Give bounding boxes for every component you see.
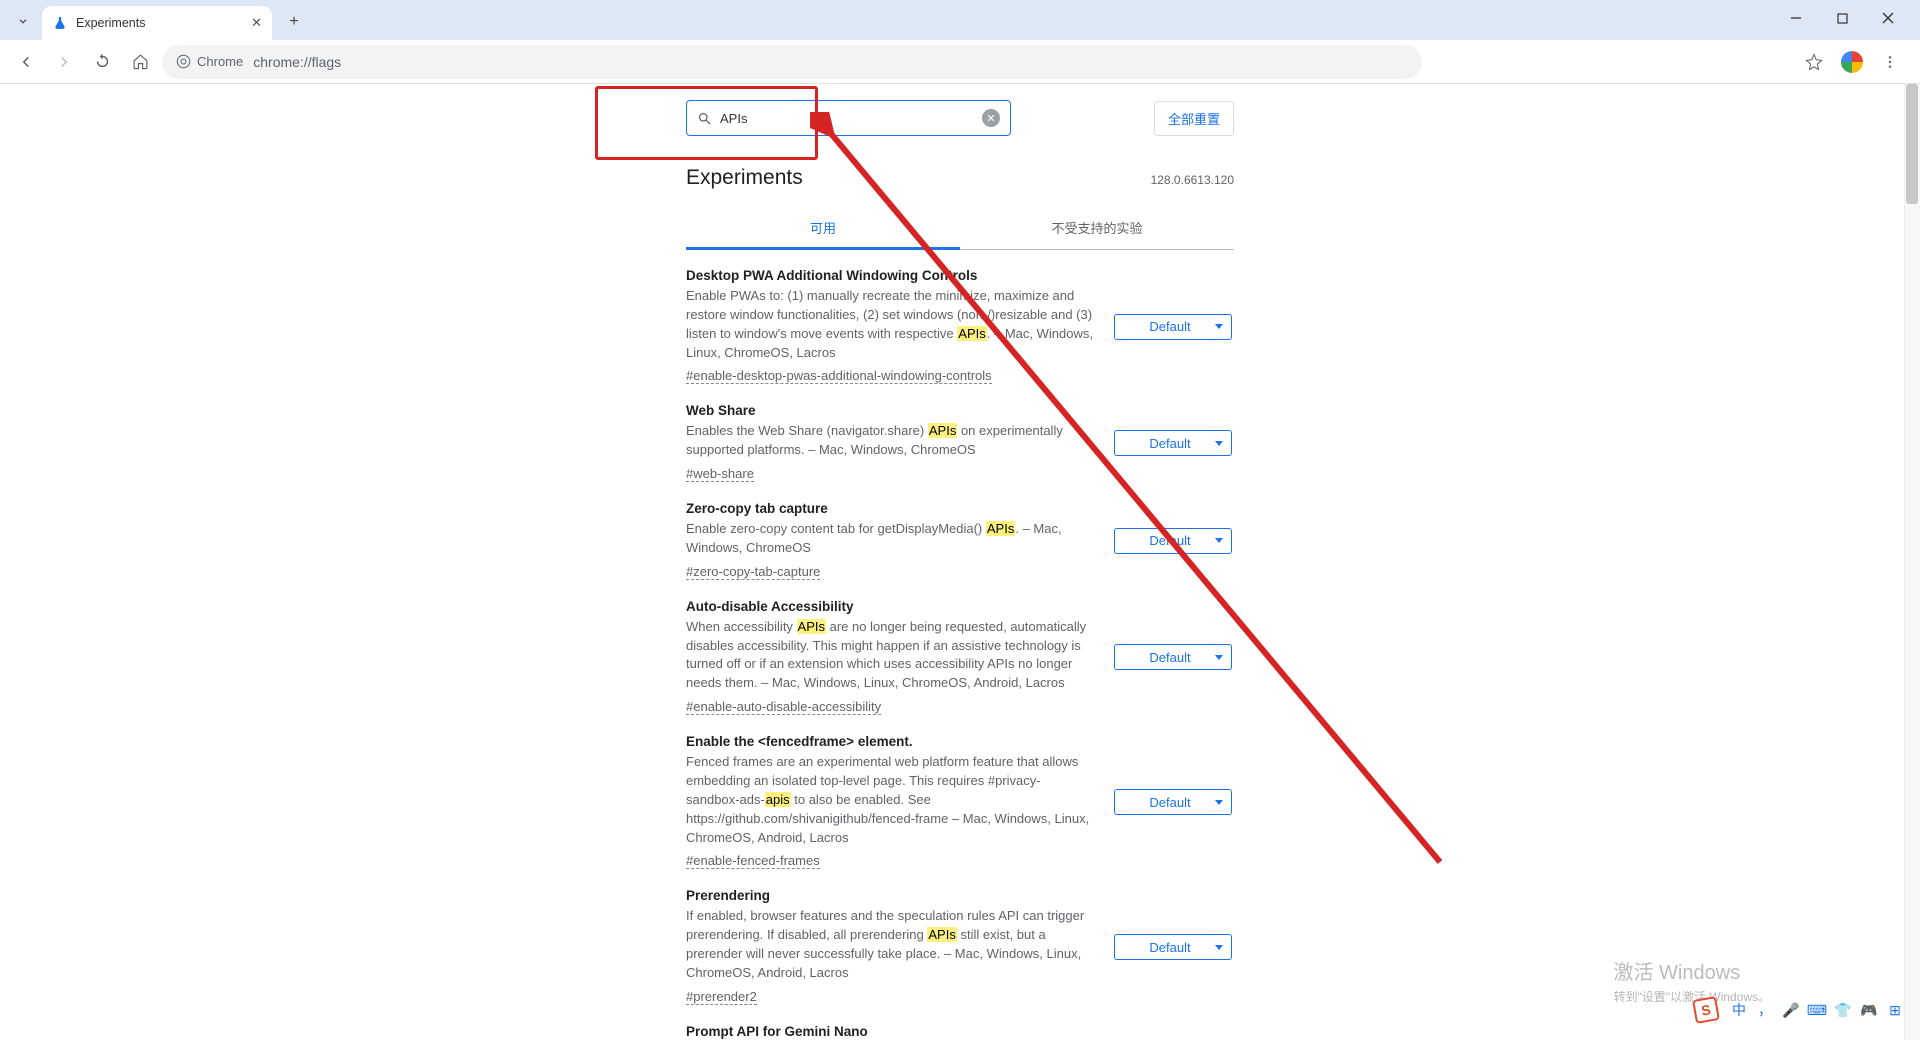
tab-available[interactable]: 可用 [686,208,960,250]
ime-punct-icon[interactable]: ， [1756,1001,1774,1019]
flag-title: Auto-disable Accessibility [686,599,1094,614]
site-chip: Chrome [176,54,243,69]
flag-title: Desktop PWA Additional Windowing Control… [686,268,1094,283]
flask-icon [52,15,68,31]
tab-unavailable[interactable]: 不受支持的实验 [960,208,1234,249]
search-highlight: APIs [957,326,986,341]
flag-row: Enable the <fencedframe> element. Fenced … [686,734,1234,870]
tabs-dropdown-icon[interactable] [10,8,36,34]
reload-icon[interactable] [86,46,118,78]
flag-permalink[interactable]: #enable-desktop-pwas-additional-windowin… [686,368,992,384]
scrollbar-thumb[interactable] [1906,84,1918,204]
search-highlight: APIs [986,521,1015,536]
flag-description: When accessibility APIs are no longer be… [686,618,1094,693]
version-text: 128.0.6613.120 [1151,173,1234,187]
flag-state-dropdown[interactable]: Default [1114,644,1232,670]
search-icon [697,111,712,126]
ime-lang-icon[interactable]: 中 [1730,1001,1748,1019]
flag-description: Enables the Web Share (navigator.share) … [686,422,1094,460]
flag-title: Prerendering [686,888,1094,903]
flag-row: Zero-copy tab capture Enable zero-copy co… [686,501,1234,581]
flag-permalink[interactable]: #web-share [686,466,754,482]
flag-state-dropdown[interactable]: Default [1114,528,1232,554]
scrollbar-track[interactable] [1904,84,1920,1040]
flag-description: Fenced frames are an experimental web pl… [686,753,1094,847]
profile-avatar[interactable] [1838,48,1866,76]
browser-tab-strip: Experiments ✕ + [0,0,1920,40]
flag-title: Zero-copy tab capture [686,501,1094,516]
flag-permalink[interactable]: #enable-fenced-frames [686,853,820,869]
close-window-icon[interactable] [1866,4,1910,32]
search-highlight: APIs [797,619,826,634]
home-icon[interactable] [124,46,156,78]
experiment-tabs: 可用 不受支持的实验 [686,208,1234,250]
address-bar[interactable]: Chrome chrome://flags [162,45,1422,79]
ime-shirt-icon[interactable]: 👕 [1834,1001,1852,1019]
flag-state-dropdown[interactable]: Default [1114,934,1232,960]
url-text: chrome://flags [253,54,341,70]
browser-tab[interactable]: Experiments ✕ [42,6,272,40]
maximize-icon[interactable] [1820,4,1864,32]
flag-title: Web Share [686,403,1094,418]
flag-description: If enabled, browser features and the spe… [686,907,1094,982]
page-viewport: ✕ 全部重置 Experiments 128.0.6613.120 可用 不受支… [0,84,1920,1040]
flag-row: Prerendering If enabled, browser features… [686,888,1234,1005]
flag-row: Web Share Enables the Web Share (navigato… [686,403,1234,483]
search-highlight: APIs [928,423,957,438]
flag-title: Prompt API for Gemini Nano [686,1024,1094,1039]
flag-permalink[interactable]: #zero-copy-tab-capture [686,564,820,580]
flag-state-dropdown[interactable]: Default [1114,789,1232,815]
star-icon[interactable] [1800,48,1828,76]
flag-state-dropdown[interactable]: Default [1114,430,1232,456]
flag-state-dropdown[interactable]: Default [1114,314,1232,340]
menu-icon[interactable] [1876,48,1904,76]
clear-search-icon[interactable]: ✕ [982,109,1000,127]
browser-toolbar: Chrome chrome://flags [0,40,1920,84]
ime-tray: S 中 ， 🎤 ⌨ 👕 🎮 ⊞ [1694,998,1904,1022]
flag-description: Enable zero-copy content tab for getDisp… [686,520,1094,558]
minimize-icon[interactable] [1774,4,1818,32]
ime-grid-icon[interactable]: ⊞ [1886,1001,1904,1019]
flag-row: Desktop PWA Additional Windowing Control… [686,268,1234,385]
search-highlight: APIs [927,927,956,942]
flag-title: Enable the <fencedframe> element. [686,734,1094,749]
search-highlight: apis [765,792,791,807]
close-tab-icon[interactable]: ✕ [251,15,262,31]
flag-row: Prompt API for Gemini NanoEnables the ex… [686,1024,1234,1040]
ime-mic-icon[interactable]: 🎤 [1782,1001,1800,1019]
sogou-ime-icon[interactable]: S [1692,996,1720,1024]
flag-permalink[interactable]: #enable-auto-disable-accessibility [686,699,881,715]
flag-row: Auto-disable Accessibility When accessibi… [686,599,1234,716]
ime-game-icon[interactable]: 🎮 [1860,1001,1878,1019]
flag-permalink[interactable]: #prerender2 [686,989,757,1005]
search-flags-input[interactable] [720,111,974,126]
page-title: Experiments [686,166,803,190]
back-icon[interactable] [10,46,42,78]
ime-keyboard-icon[interactable]: ⌨ [1808,1001,1826,1019]
flag-description: Enable PWAs to: (1) manually recreate th… [686,287,1094,362]
new-tab-button[interactable]: + [280,8,308,36]
search-flags-input-wrap: ✕ [686,100,1011,136]
reset-all-button[interactable]: 全部重置 [1154,101,1234,136]
forward-icon[interactable] [48,46,80,78]
tab-title: Experiments [76,16,243,30]
